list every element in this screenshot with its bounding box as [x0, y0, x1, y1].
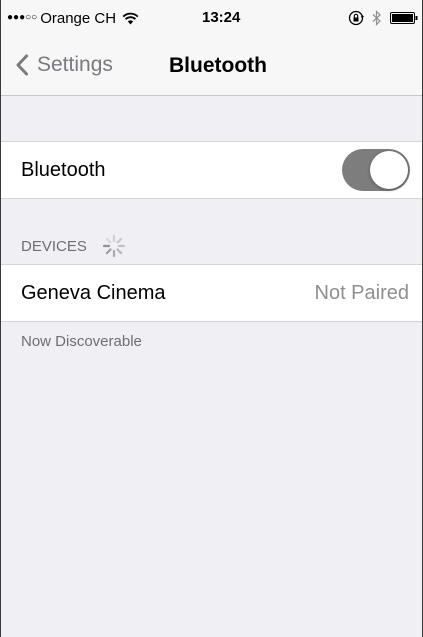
- bluetooth-toggle-cell: Bluetooth: [1, 141, 422, 199]
- bluetooth-toggle[interactable]: [342, 149, 410, 191]
- back-button-label: Settings: [37, 53, 113, 76]
- wifi-icon: [122, 12, 139, 24]
- devices-section-header: DEVICES: [21, 233, 127, 259]
- devices-header-label: DEVICES: [21, 237, 87, 255]
- bluetooth-label: Bluetooth: [21, 159, 106, 181]
- signal-strength: ●●●○○: [7, 12, 38, 23]
- screen: ●●●○○ Orange CH 13:24 Settings Bluetooth…: [0, 0, 423, 637]
- toggle-knob: [370, 151, 408, 189]
- status-right: [348, 9, 418, 27]
- back-button[interactable]: Settings: [15, 53, 113, 77]
- status-bar: ●●●○○ Orange CH 13:24: [1, 0, 422, 36]
- chevron-left-icon: [16, 54, 28, 76]
- status-left: ●●●○○ Orange CH: [7, 9, 139, 27]
- page-title: Bluetooth: [169, 54, 267, 77]
- carrier-name: Orange CH: [40, 9, 117, 27]
- activity-spinner-icon: [102, 234, 125, 258]
- status-time: 13:24: [202, 9, 241, 26]
- list-item[interactable]: Geneva Cinema Not Paired: [1, 264, 422, 322]
- device-status: Not Paired: [314, 282, 410, 304]
- rotation-lock-icon: [348, 10, 364, 26]
- discoverable-footer: Now Discoverable: [21, 333, 142, 350]
- device-name: Geneva Cinema: [21, 282, 166, 304]
- bluetooth-icon: [372, 10, 381, 26]
- navigation-bar: Settings Bluetooth: [1, 36, 422, 96]
- battery-icon: [390, 12, 418, 24]
